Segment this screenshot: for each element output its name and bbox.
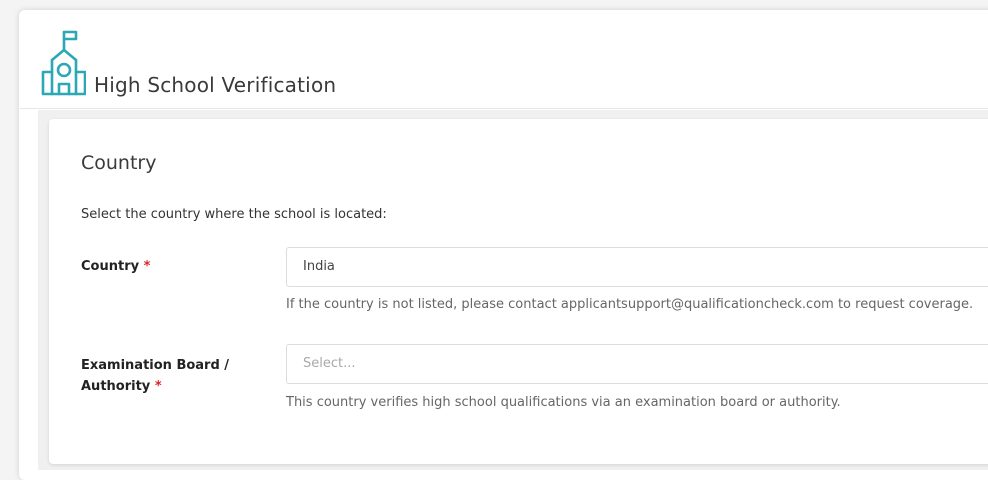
section-instructions: Select the country where the school is l… bbox=[81, 207, 387, 222]
country-select[interactable]: India bbox=[286, 247, 988, 287]
exam-board-label-line1: Examination Board / bbox=[81, 358, 230, 373]
school-building-icon bbox=[41, 30, 86, 96]
country-field-label: Country * bbox=[81, 256, 150, 277]
country-label-text: Country bbox=[81, 259, 140, 274]
country-select-value: India bbox=[303, 259, 335, 274]
exam-board-select-placeholder: Select... bbox=[303, 356, 356, 371]
exam-board-label-line2: Authority bbox=[81, 379, 151, 394]
exam-board-label-line2-wrap: Authority * bbox=[81, 376, 229, 397]
page-title: High School Verification bbox=[94, 73, 337, 97]
country-form-card bbox=[49, 119, 988, 464]
required-marker: * bbox=[154, 379, 162, 394]
exam-board-help-text: This country verifies high school qualif… bbox=[286, 395, 841, 410]
exam-board-field-label: Examination Board / Authority * bbox=[81, 355, 229, 397]
required-marker: * bbox=[143, 259, 151, 274]
exam-board-select[interactable]: Select... bbox=[286, 344, 988, 384]
country-help-text: If the country is not listed, please con… bbox=[286, 297, 974, 312]
page-header: High School Verification bbox=[20, 28, 988, 98]
section-title: Country bbox=[81, 152, 157, 174]
header-divider bbox=[20, 108, 988, 109]
